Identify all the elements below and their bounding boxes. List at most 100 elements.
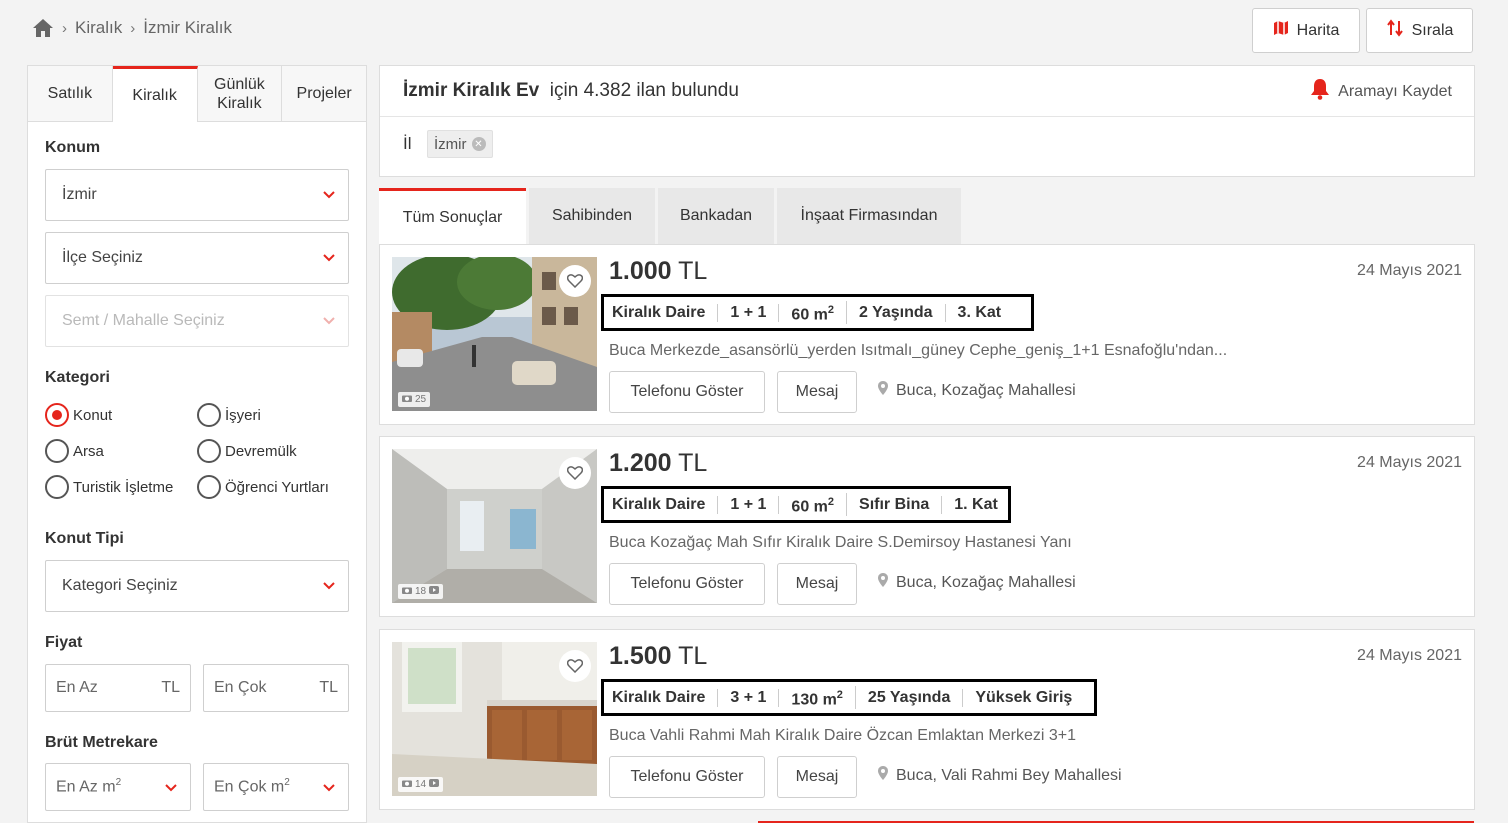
breadcrumb-item-izmir-kiralik[interactable]: İzmir Kiralık	[143, 18, 232, 38]
map-icon	[1273, 20, 1289, 41]
photo-count-badge: 18	[398, 584, 444, 599]
listing-photo[interactable]: 18	[392, 449, 597, 603]
show-phone-button[interactable]: Telefonu Göster	[609, 371, 765, 413]
tab-kiralik[interactable]: Kiralık	[112, 66, 198, 122]
listing-card[interactable]: 18 1.200 TL 24 Mayıs 2021 Kiralık Daire …	[379, 436, 1475, 617]
message-button[interactable]: Mesaj	[777, 756, 857, 798]
area-max-select[interactable]: En Çok m2	[203, 763, 349, 811]
location-label: Konum	[45, 139, 101, 156]
radio-arsa[interactable]: Arsa	[45, 439, 104, 463]
listing-description[interactable]: Buca Kozağaç Mah Sıfır Kiralık Daire S.D…	[609, 534, 1072, 552]
radio-isyeri[interactable]: İşyeri	[197, 403, 261, 427]
filter-chip-izmir[interactable]: İzmir ✕	[427, 130, 493, 158]
radio-label: Öğrenci Yurtları	[225, 478, 329, 496]
attr-area: 130 m2	[779, 685, 856, 710]
location-text: Buca, Kozağaç Mahallesi	[896, 573, 1076, 591]
chevron-down-icon	[323, 582, 335, 590]
radio-ogrenci-yurtlari[interactable]: Öğrenci Yurtları	[197, 475, 329, 499]
attr-floor: 3. Kat	[957, 303, 1002, 321]
chevron-down-icon	[323, 191, 335, 199]
video-icon	[429, 586, 440, 597]
listing-date: 24 Mayıs 2021	[1357, 647, 1462, 664]
tab-sahibinden[interactable]: Sahibinden	[529, 188, 655, 244]
map-button[interactable]: Harita	[1252, 8, 1360, 53]
attr-area: 60 m2	[779, 492, 848, 517]
tab-gunluk-kiralik[interactable]: Günlük Kiralık	[197, 66, 283, 121]
tab-projeler[interactable]: Projeler	[282, 66, 366, 121]
listing-location: Buca, Kozağaç Mahallesi	[878, 573, 1076, 592]
filter-il-label: İl	[403, 134, 412, 153]
chevron-down-icon	[323, 784, 335, 792]
result-count: için 4.382 ilan bulundu	[549, 80, 739, 101]
price-max-input[interactable]: En Çok TL	[203, 664, 349, 712]
listing-type-tabs: Satılık Kiralık Günlük Kiralık Projeler	[28, 66, 366, 122]
save-search-button[interactable]: Aramayı Kaydet	[1310, 78, 1452, 105]
message-button[interactable]: Mesaj	[777, 371, 857, 413]
remove-filter-icon[interactable]: ✕	[471, 137, 486, 151]
photo-count: 25	[415, 394, 427, 405]
camera-icon	[402, 586, 412, 597]
show-phone-button[interactable]: Telefonu Göster	[609, 756, 765, 798]
bell-icon	[1310, 78, 1330, 105]
tab-bankadan[interactable]: Bankadan	[658, 188, 774, 244]
heart-icon[interactable]	[559, 457, 591, 489]
district-select[interactable]: İlçe Seçiniz	[45, 232, 349, 284]
radio-devremulk[interactable]: Devremülk	[197, 439, 297, 463]
filter-sidebar: Satılık Kiralık Günlük Kiralık Projeler …	[27, 65, 367, 823]
listing-location: Buca, Kozağaç Mahallesi	[878, 381, 1076, 400]
listing-card[interactable]: 25 1.000 TL 24 Mayıs 2021 Kiralık Daire …	[379, 244, 1475, 425]
sort-button[interactable]: Sırala	[1366, 8, 1473, 53]
save-search-label: Aramayı Kaydet	[1338, 82, 1452, 100]
attr-floor: 1. Kat	[954, 495, 998, 513]
heart-icon[interactable]	[559, 265, 591, 297]
city-select[interactable]: İzmir	[45, 169, 349, 221]
housing-type-select[interactable]: Kategori Seçiniz	[45, 560, 349, 612]
radio-unchecked-icon	[45, 475, 69, 499]
radio-turistik-isletme[interactable]: Turistik İşletme	[45, 475, 173, 499]
listing-card[interactable]: 14 1.500 TL 24 Mayıs 2021 Kiralık Daire …	[379, 629, 1475, 810]
listing-description[interactable]: Buca Merkezde_asansörlü_yerden Isıtmalı_…	[609, 342, 1227, 360]
category-label: Kategori	[45, 369, 110, 386]
area-max-placeholder: En Çok m2	[214, 777, 290, 796]
map-button-label: Harita	[1296, 21, 1340, 39]
listing-date: 24 Mayıs 2021	[1357, 454, 1462, 471]
breadcrumb-item-kiralik[interactable]: Kiralık	[75, 18, 122, 38]
results-header: İzmir Kiralık Ev için 4.382 ilan bulundu…	[379, 65, 1475, 177]
chevron-right-icon: ›	[130, 19, 136, 37]
show-phone-button[interactable]: Telefonu Göster	[609, 563, 765, 605]
area-label: Brüt Metrekare	[45, 734, 158, 751]
attr-age: 25 Yaşında	[856, 688, 964, 707]
attr-type: Kiralık Daire	[610, 688, 719, 707]
listing-price: 1.500 TL	[609, 642, 708, 670]
listing-price: 1.000 TL	[609, 257, 708, 285]
home-icon[interactable]	[32, 18, 54, 38]
neighborhood-select[interactable]: Semt / Mahalle Seçiniz	[45, 295, 349, 347]
location-text: Buca, Kozağaç Mahallesi	[896, 381, 1076, 399]
listing-description[interactable]: Buca Vahli Rahmi Mah Kiralık Daire Özcan…	[609, 727, 1076, 745]
tab-tum-sonuclar[interactable]: Tüm Sonuçlar	[379, 188, 526, 244]
listing-photo[interactable]: 25	[392, 257, 597, 411]
message-button[interactable]: Mesaj	[777, 563, 857, 605]
result-tabs: Tüm Sonuçlar Sahibinden Bankadan İnşaat …	[379, 188, 961, 244]
area-min-placeholder: En Az m2	[56, 777, 122, 796]
photo-count-badge: 14	[398, 777, 444, 792]
attr-rooms: 3 + 1	[718, 688, 780, 707]
neighborhood-select-placeholder: Semt / Mahalle Seçiniz	[62, 312, 225, 329]
location-text: Buca, Vali Rahmi Bey Mahallesi	[896, 766, 1122, 784]
tab-satilik[interactable]: Satılık	[28, 66, 113, 121]
heart-icon[interactable]	[559, 650, 591, 682]
area-min-select[interactable]: En Az m2	[45, 763, 191, 811]
top-bar: › Kiralık › İzmir Kiralık Harita Sırala	[0, 0, 1508, 60]
listing-photo[interactable]: 14	[392, 642, 597, 796]
price-min-input[interactable]: En Az TL	[45, 664, 191, 712]
attr-type: Kiralık Daire	[610, 303, 719, 322]
tab-insaat-firmasindan[interactable]: İnşaat Firmasından	[777, 188, 961, 244]
housing-type-placeholder: Kategori Seçiniz	[62, 577, 178, 594]
search-query: İzmir Kiralık Ev	[403, 80, 540, 101]
attr-age: Sıfır Bina	[847, 495, 943, 514]
price-label: Fiyat	[45, 634, 83, 651]
radio-konut[interactable]: Konut	[45, 403, 112, 427]
radio-checked-icon	[45, 403, 69, 427]
sort-icon	[1386, 19, 1404, 42]
breadcrumb: › Kiralık › İzmir Kiralık	[32, 18, 232, 38]
